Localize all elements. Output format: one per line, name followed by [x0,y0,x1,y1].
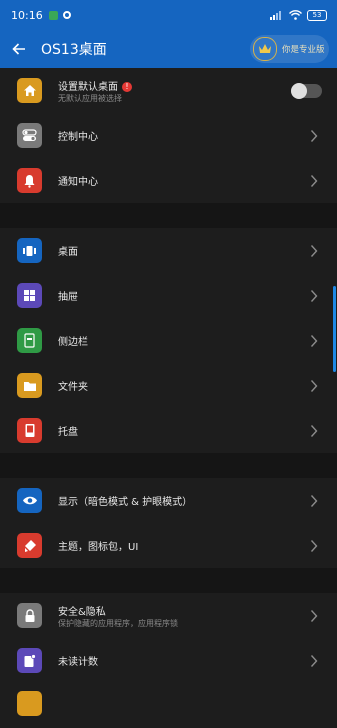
list-item-drawer[interactable]: 抽屉 [0,273,337,318]
default-launcher-toggle[interactable] [291,82,322,99]
list-item-label: 控制中心 [58,132,98,143]
chevron-right-icon [310,609,318,622]
list-item-sidebar[interactable]: 侧边栏 [0,318,337,363]
list-item-sub: 无默认应用被选择 [58,94,122,103]
list-item-label: 安全&隐私 [58,607,106,618]
list-item-label: 抽屉 [58,292,78,303]
bell-icon [17,168,42,193]
folder-icon [17,373,42,398]
signal-icon [270,11,281,20]
sidebar-icon [17,328,42,353]
list-item-tray[interactable]: 托盘 [0,408,337,453]
theme-icon [17,533,42,558]
list-item-desktop[interactable]: 桌面 [0,228,337,273]
status-time: 10:16 [11,8,43,22]
chevron-right-icon [310,174,318,187]
chevron-right-icon [310,379,318,392]
list-item-label: 主题，图标包，UI [58,542,139,553]
list-item-label: 托盘 [58,427,78,438]
chevron-right-icon [310,129,318,142]
chevron-right-icon [310,244,318,257]
battery-icon: 53 [307,9,327,21]
home-icon [17,78,42,103]
list-item-partial[interactable] [0,683,337,728]
list-item-label: 通知中心 [58,177,98,188]
list-item-control-center[interactable]: 控制中心 [0,113,337,158]
grid-icon [17,283,42,308]
eye-icon [17,488,42,513]
chevron-right-icon [310,654,318,667]
chevron-right-icon [310,539,318,552]
section-divider [0,203,337,228]
section-divider [0,453,337,478]
chevron-right-icon [310,289,318,302]
list-item-security[interactable]: 安全&隐私 保护隐藏的应用程序，应用程序锁 [0,593,337,638]
list-item-label: 桌面 [58,247,78,258]
status-bar: 10:16 53 [0,0,337,30]
list-item-sub: 保护隐藏的应用程序，应用程序锁 [58,619,178,628]
lock-icon [17,603,42,628]
warning-badge: ! [122,82,132,92]
app-bar: OS13桌面 你是专业版 [0,30,337,68]
toggles-icon [17,123,42,148]
list-item-default-launcher[interactable]: 设置默认桌面! 无默认应用被选择 [0,68,337,113]
list-item-folder[interactable]: 文件夹 [0,363,337,408]
chevron-right-icon [310,494,318,507]
notification-app-icon [48,10,58,20]
wifi-icon [289,10,302,20]
list-item-label: 未读计数 [58,657,98,668]
list-item-label: 文件夹 [58,382,88,393]
list-item-notification-center[interactable]: 通知中心 [0,158,337,203]
badge-icon [17,648,42,673]
section-divider [0,568,337,593]
chevron-right-icon [310,424,318,437]
crown-icon [253,37,277,61]
notification-circle-icon [62,11,71,19]
dock-icon [17,238,42,263]
back-arrow-icon[interactable] [10,40,28,58]
tray-icon [17,418,42,443]
page-title: OS13桌面 [41,42,107,58]
list-item-display[interactable]: 显示（暗色模式 & 护眼模式） [0,478,337,523]
chevron-right-icon [310,334,318,347]
list-item-unread-count[interactable]: 未读计数 [0,638,337,683]
list-item-label: 侧边栏 [58,337,88,348]
list-item-label: 显示（暗色模式 & 护眼模式） [58,497,193,508]
list-item-theme[interactable]: 主题，图标包，UI [0,523,337,568]
settings-list: 设置默认桌面! 无默认应用被选择 控制中心 通知中心 桌面 抽屉 侧边栏 文件夹… [0,68,337,728]
list-item-label: 设置默认桌面! [58,78,132,93]
app-icon [17,691,42,716]
toggle-knob [291,82,307,99]
pro-version-badge[interactable]: 你是专业版 [250,35,329,63]
pro-version-label: 你是专业版 [282,45,325,55]
scrollbar[interactable] [333,286,336,372]
